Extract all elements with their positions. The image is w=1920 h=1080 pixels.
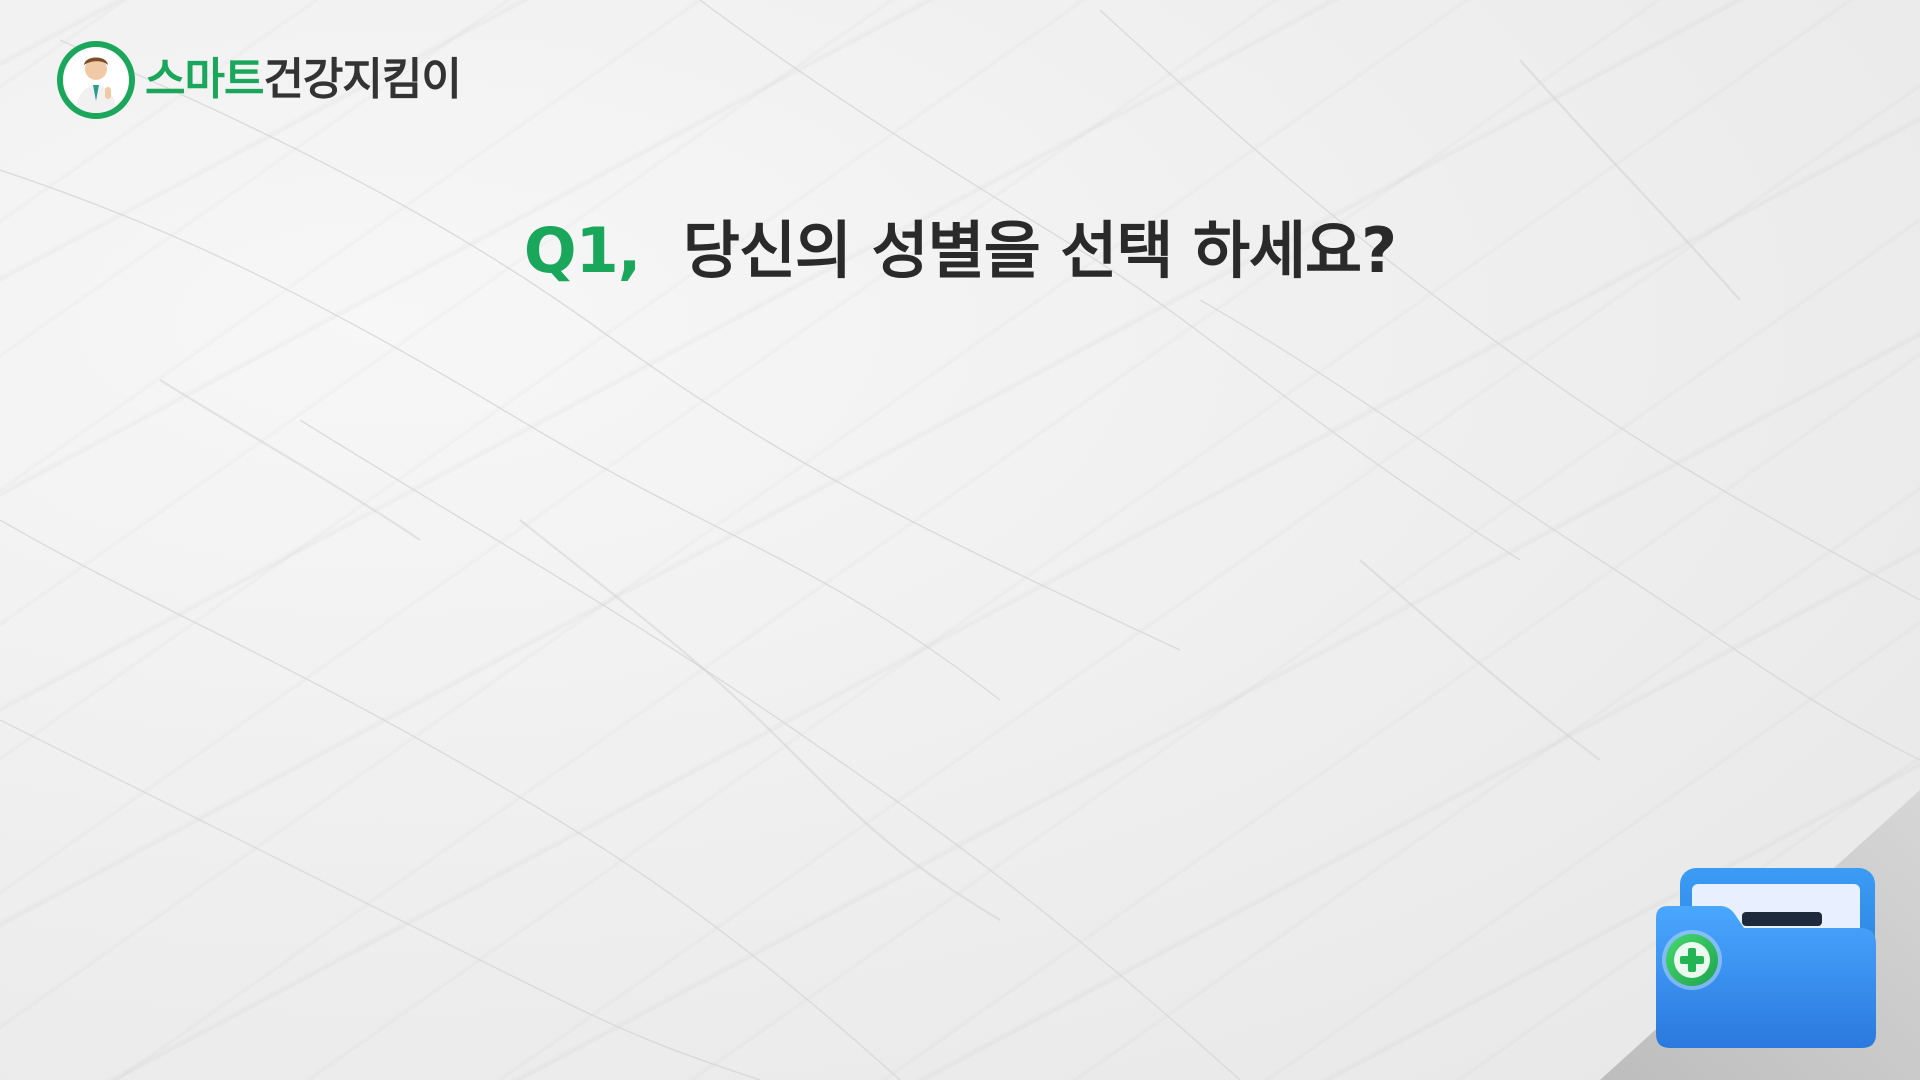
brand-name-rest: 건강지킴이: [263, 54, 461, 105]
question-number: Q1,: [523, 214, 641, 287]
doctor-avatar-icon: [57, 41, 135, 119]
brand-logo[interactable]: 스마트 건강지킴이: [57, 36, 462, 124]
question-title: Q1, 당신의 성별을 선택 하세요?: [0, 200, 1920, 290]
brand-name-accent: 스마트: [145, 54, 264, 105]
brand-name: 스마트 건강지킴이: [145, 54, 462, 105]
question-text: 당신의 성별을 선택 하세요?: [682, 214, 1397, 287]
medical-folder-icon[interactable]: [1650, 862, 1880, 1052]
